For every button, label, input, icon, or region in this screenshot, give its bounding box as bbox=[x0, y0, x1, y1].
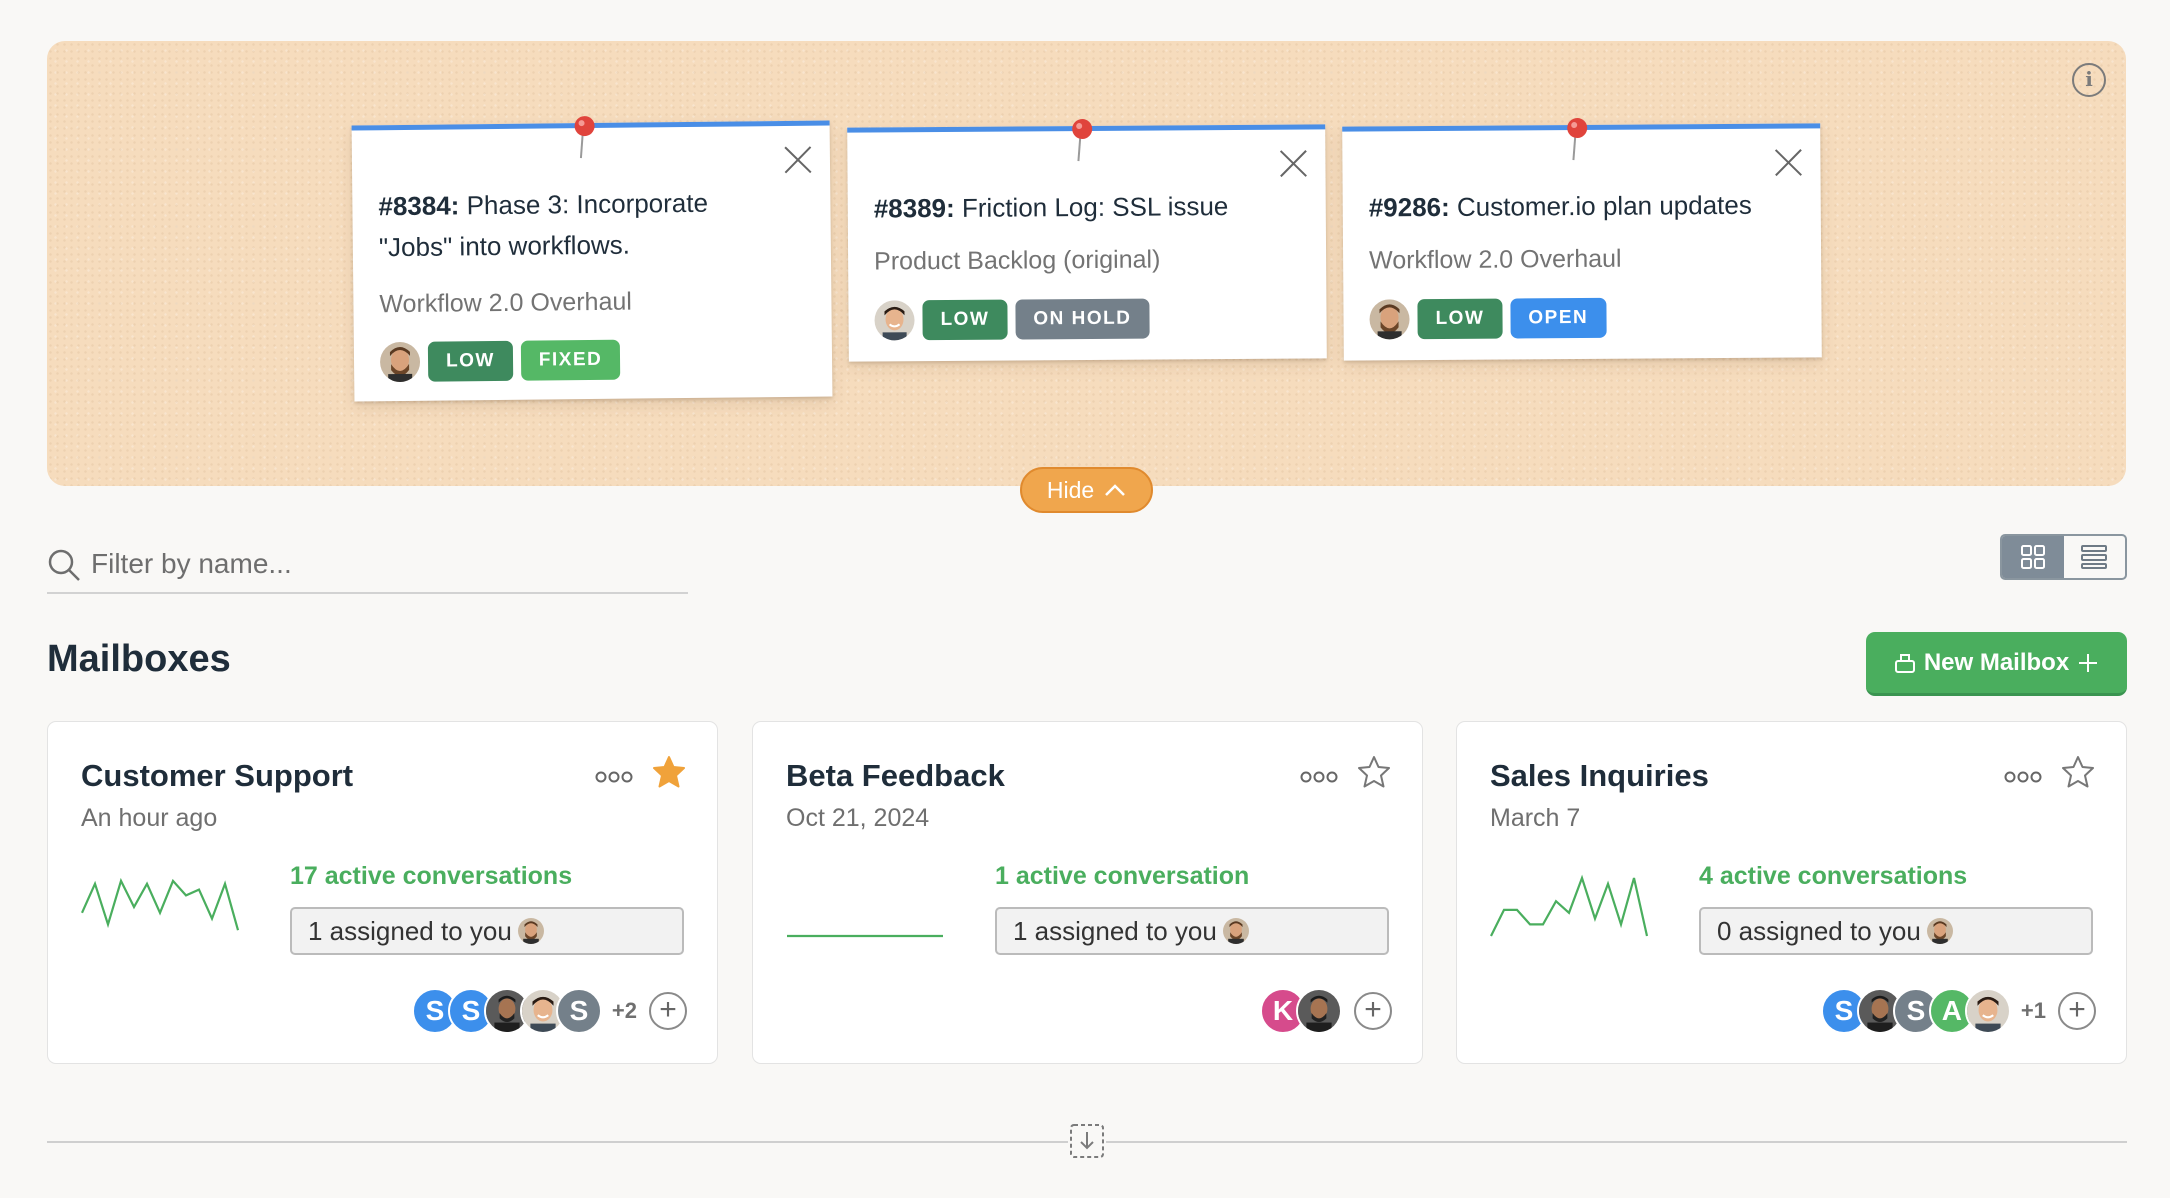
mailbox-card[interactable]: Customer Support An hour ago 17 active c… bbox=[47, 721, 718, 1064]
mailbox-card[interactable]: Beta Feedback Oct 21, 2024 1 active conv… bbox=[752, 721, 1423, 1064]
member-avatar[interactable]: S bbox=[555, 988, 602, 1034]
star-icon[interactable] bbox=[1356, 754, 1392, 790]
priority-badge: LOW bbox=[427, 340, 514, 382]
mailbox-date: Oct 21, 2024 bbox=[786, 804, 930, 832]
chevron-up-icon bbox=[1105, 484, 1126, 496]
new-mailbox-button[interactable]: New Mailbox bbox=[1866, 632, 2127, 696]
filter-bar bbox=[47, 538, 688, 594]
member-avatars: S S S +2 + bbox=[411, 988, 687, 1034]
pinboard: i #8384: Phase 3: Incorporate "Jobs" into… bbox=[47, 41, 2126, 486]
activity-sparkline bbox=[1490, 874, 1649, 937]
info-icon[interactable]: i bbox=[2072, 63, 2106, 97]
star-icon[interactable] bbox=[2060, 754, 2096, 790]
status-badge: ON HOLD bbox=[1015, 298, 1150, 340]
assigned-to-you-button[interactable]: 1 assigned to you bbox=[290, 907, 684, 955]
star-icon[interactable] bbox=[651, 754, 687, 790]
status-badge: FIXED bbox=[520, 339, 621, 381]
mailbox-date: March 7 bbox=[1490, 804, 1581, 832]
page-title: Mailboxes bbox=[47, 638, 231, 680]
list-view-button[interactable] bbox=[2064, 536, 2126, 578]
close-icon[interactable] bbox=[782, 144, 814, 176]
note-title[interactable]: #8384: Phase 3: Incorporate "Jobs" into w… bbox=[378, 183, 708, 268]
more-members-count[interactable]: +1 bbox=[2021, 998, 2046, 1024]
new-mailbox-label: New Mailbox bbox=[1923, 648, 2070, 676]
mailbox-date: An hour ago bbox=[81, 804, 218, 832]
assigned-label: 1 assigned to you bbox=[1013, 915, 1217, 946]
avatar bbox=[1223, 918, 1249, 944]
plus-icon bbox=[2079, 653, 2098, 672]
member-avatar[interactable] bbox=[1296, 988, 1342, 1034]
pinned-note[interactable]: #8384: Phase 3: Incorporate "Jobs" into w… bbox=[351, 116, 833, 402]
active-conversations-link[interactable]: 17 active conversations bbox=[290, 862, 572, 891]
add-member-icon[interactable]: + bbox=[1354, 992, 1392, 1030]
note-project: Product Backlog (original) bbox=[874, 245, 1161, 276]
note-title[interactable]: #9286: Customer.io plan updates bbox=[1369, 185, 1752, 229]
mailbox-name[interactable]: Customer Support bbox=[81, 758, 353, 794]
note-project: Workflow 2.0 Overhaul bbox=[1369, 244, 1622, 275]
add-member-icon[interactable]: + bbox=[2058, 992, 2096, 1030]
inbox-icon bbox=[1894, 653, 1915, 673]
add-member-icon[interactable]: + bbox=[649, 992, 687, 1030]
assigned-label: 1 assigned to you bbox=[308, 915, 512, 946]
view-toggle bbox=[2000, 534, 2127, 580]
avatar bbox=[1369, 299, 1409, 339]
hide-label: Hide bbox=[1046, 476, 1095, 503]
member-avatar[interactable] bbox=[1964, 988, 2011, 1034]
priority-badge: LOW bbox=[1417, 298, 1503, 340]
avatar bbox=[380, 342, 420, 382]
member-avatars: S S A +1 + bbox=[1820, 988, 2096, 1034]
grid-view-icon bbox=[2020, 545, 2045, 569]
hide-board-button[interactable]: Hide bbox=[1020, 467, 1153, 513]
note-title[interactable]: #8389: Friction Log: SSL issue bbox=[874, 186, 1229, 229]
filter-input[interactable] bbox=[91, 542, 681, 586]
grid-view-button[interactable] bbox=[2002, 536, 2064, 578]
search-icon bbox=[48, 549, 80, 581]
more-icon[interactable] bbox=[2004, 770, 2042, 784]
activity-sparkline bbox=[787, 934, 943, 938]
pushpin-icon bbox=[574, 116, 595, 159]
more-icon[interactable] bbox=[595, 770, 633, 784]
member-avatars: K + bbox=[1260, 988, 1392, 1034]
pinned-note[interactable]: #8389: Friction Log: SSL issue Product B… bbox=[847, 119, 1327, 362]
close-icon[interactable] bbox=[1772, 146, 1804, 178]
assigned-to-you-button[interactable]: 1 assigned to you bbox=[995, 907, 1389, 955]
priority-badge: LOW bbox=[922, 299, 1008, 341]
activity-sparkline bbox=[80, 877, 240, 931]
more-icon[interactable] bbox=[1300, 770, 1338, 784]
status-badge: OPEN bbox=[1510, 297, 1607, 339]
close-icon[interactable] bbox=[1277, 147, 1309, 179]
mailbox-name[interactable]: Beta Feedback bbox=[786, 758, 1005, 794]
avatar bbox=[874, 300, 914, 340]
pinned-note[interactable]: #9286: Customer.io plan updates Workflow… bbox=[1342, 118, 1822, 361]
mailbox-name[interactable]: Sales Inquiries bbox=[1490, 758, 1709, 794]
assigned-to-you-button[interactable]: 0 assigned to you bbox=[1699, 907, 2093, 955]
mailbox-card[interactable]: Sales Inquiries March 7 4 active convers… bbox=[1456, 721, 2127, 1064]
pushpin-icon bbox=[1567, 118, 1588, 161]
active-conversations-link[interactable]: 4 active conversations bbox=[1699, 862, 1967, 891]
list-view-icon bbox=[2081, 545, 2108, 569]
assigned-label: 0 assigned to you bbox=[1717, 915, 1921, 946]
note-project: Workflow 2.0 Overhaul bbox=[379, 287, 632, 319]
pushpin-icon bbox=[1072, 119, 1093, 162]
more-members-count[interactable]: +2 bbox=[612, 998, 637, 1024]
expand-icon[interactable] bbox=[1068, 1122, 1106, 1160]
active-conversations-link[interactable]: 1 active conversation bbox=[995, 862, 1249, 891]
avatar bbox=[518, 918, 544, 944]
avatar bbox=[1927, 918, 1953, 944]
